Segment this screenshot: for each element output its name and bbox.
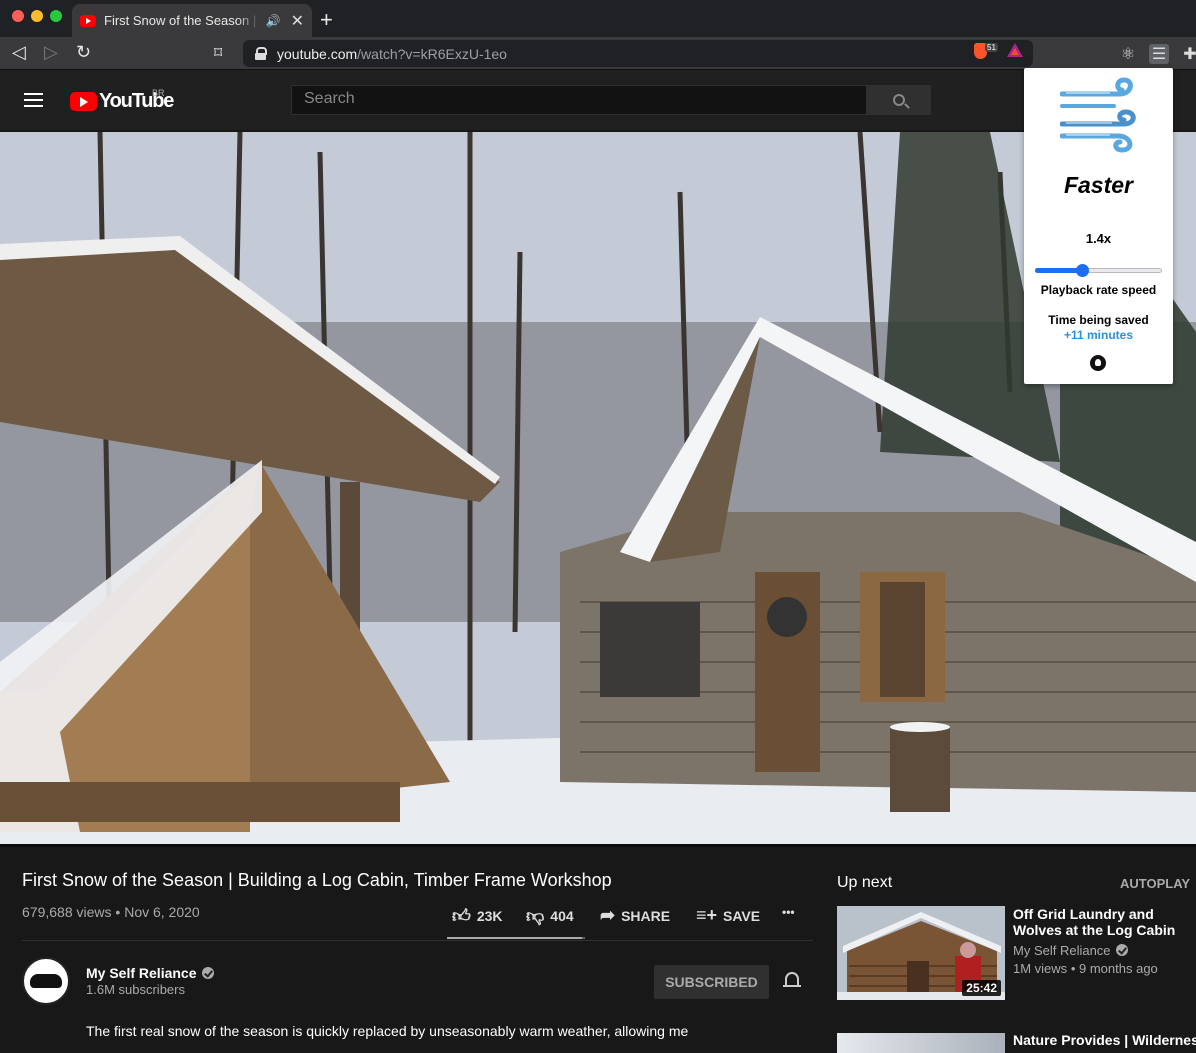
slider-thumb[interactable] xyxy=(1076,264,1089,277)
verified-icon xyxy=(1115,944,1128,956)
bookmark-icon[interactable]: ⌑ xyxy=(214,43,222,63)
up-next-heading: Up next xyxy=(837,874,893,891)
url-text[interactable]: youtube.com/watch?v=kR6ExzU-1eo xyxy=(277,46,507,62)
search-button[interactable] xyxy=(866,85,931,115)
notification-bell-icon[interactable] xyxy=(783,972,801,987)
thumbs-up-icon: 👍︎ xyxy=(452,906,471,926)
video-frame xyxy=(0,132,1196,844)
recommended-thumbnail[interactable]: 25:42 xyxy=(837,906,1005,1000)
thumbs-down-icon: 👎︎ xyxy=(526,906,545,926)
verified-icon xyxy=(201,967,214,979)
recommended-channel: My Self Reliance xyxy=(1013,943,1128,958)
search-input[interactable]: Search xyxy=(291,85,867,115)
dislike-count: 404 xyxy=(550,908,574,924)
view-count: 679,688 views xyxy=(22,904,112,920)
lock-icon xyxy=(255,47,267,60)
divider xyxy=(22,940,813,941)
save-button[interactable]: ≡+ SAVE xyxy=(696,905,760,926)
video-title: First Snow of the Season | Building a Lo… xyxy=(22,870,612,890)
time-saved-label: Time being saved xyxy=(1048,313,1149,327)
save-label: SAVE xyxy=(723,907,761,924)
wind-logo-icon xyxy=(1060,77,1136,153)
time-saved-value: +11 minutes xyxy=(1063,328,1134,342)
recommended-views: 1M views xyxy=(1013,961,1068,976)
address-bar[interactable]: youtube.com/watch?v=kR6ExzU-1eo xyxy=(243,40,1033,67)
window-maximize-button[interactable] xyxy=(50,10,62,22)
subscribed-button[interactable]: SUBSCRIBED xyxy=(654,965,769,999)
recommended-meta: 1M views • 9 months ago xyxy=(1013,961,1158,976)
recommended-title[interactable]: Off Grid Laundry and Wolves at the Log C… xyxy=(1013,906,1196,938)
browser-tab-bar: First Snow of the Season | B 🔊 ✕ + xyxy=(0,0,1196,37)
brave-blocked-count: 51 xyxy=(985,43,998,52)
youtube-play-icon xyxy=(70,92,97,111)
extensions-puzzle-icon[interactable]: ✚ xyxy=(1180,44,1196,64)
window-close-button[interactable] xyxy=(12,10,24,22)
share-label: SHARE xyxy=(621,907,671,924)
meta-separator: • xyxy=(1070,961,1076,976)
browser-toolbar: ◁ ▷ ↻ ⌑ youtube.com/watch?v=kR6ExzU-1eo … xyxy=(0,37,1196,70)
upload-date: Nov 6, 2020 xyxy=(124,904,200,920)
window-minimize-button[interactable] xyxy=(31,10,43,22)
more-icon: ••• xyxy=(782,905,795,919)
popup-title: Faster xyxy=(1063,172,1134,198)
recommended-title[interactable]: Nature Provides | Wilderness xyxy=(1013,1032,1196,1048)
youtube-favicon-icon xyxy=(80,14,96,27)
recommended-channel-name: My Self Reliance xyxy=(1013,943,1111,958)
faster-extension-popup: Faster 1.4x Playback rate speed Time bei… xyxy=(1024,68,1173,384)
video-progress-area[interactable] xyxy=(0,844,1196,847)
subscriber-count: 1.6M subscribers xyxy=(86,982,185,997)
audio-playing-icon[interactable]: 🔊 xyxy=(266,14,281,28)
recommended-age: 9 months ago xyxy=(1079,961,1158,976)
video-meta: 679,688 views • Nov 6, 2020 xyxy=(22,904,200,920)
share-button[interactable]: ➦ SHARE xyxy=(600,905,670,926)
like-ratio-fill xyxy=(447,937,582,939)
recommended-thumbnail[interactable] xyxy=(837,1033,1005,1053)
menu-icon[interactable] xyxy=(24,93,43,107)
channel-name[interactable]: My Self Reliance xyxy=(86,965,197,981)
like-button[interactable]: 👍︎ 23K xyxy=(452,905,503,927)
playback-rate-value: 1.4x xyxy=(1085,231,1112,246)
tab-close-icon[interactable]: ✕ xyxy=(291,11,304,31)
bear-logo-icon xyxy=(30,974,62,988)
github-icon[interactable] xyxy=(1090,355,1106,371)
reload-icon[interactable]: ↻ xyxy=(76,42,91,63)
new-tab-button[interactable]: + xyxy=(320,7,333,33)
more-actions-button[interactable]: ••• xyxy=(782,905,795,919)
playback-rate-label: Playback rate speed xyxy=(1040,283,1157,297)
forward-icon[interactable]: ▷ xyxy=(44,42,58,63)
tab-title: First Snow of the Season | B xyxy=(104,13,260,28)
browser-tab-active[interactable]: First Snow of the Season | B 🔊 ✕ xyxy=(72,4,312,37)
share-icon: ➦ xyxy=(600,905,616,925)
video-player[interactable] xyxy=(0,132,1196,844)
meta-separator: • xyxy=(115,904,121,920)
channel-avatar[interactable] xyxy=(22,957,70,1005)
faster-extension-icon[interactable]: ☰ xyxy=(1149,44,1169,64)
autoplay-toggle-label[interactable]: AUTOPLAY xyxy=(1120,876,1190,891)
channel-name-row[interactable]: My Self Reliance xyxy=(86,965,214,981)
playback-rate-slider[interactable] xyxy=(1035,264,1162,277)
like-count: 23K xyxy=(476,908,503,924)
country-code: BR xyxy=(152,88,165,98)
video-duration: 25:42 xyxy=(962,980,1001,996)
brave-rewards-icon[interactable] xyxy=(1007,43,1023,57)
back-icon[interactable]: ◁ xyxy=(12,42,26,63)
search-icon xyxy=(892,94,905,106)
playlist-add-icon: ≡+ xyxy=(696,905,718,925)
dislike-button[interactable]: 👎︎ 404 xyxy=(526,905,574,927)
video-description: The first real snow of the season is qui… xyxy=(86,1023,689,1039)
react-devtools-icon[interactable]: ⚛ xyxy=(1118,44,1138,64)
